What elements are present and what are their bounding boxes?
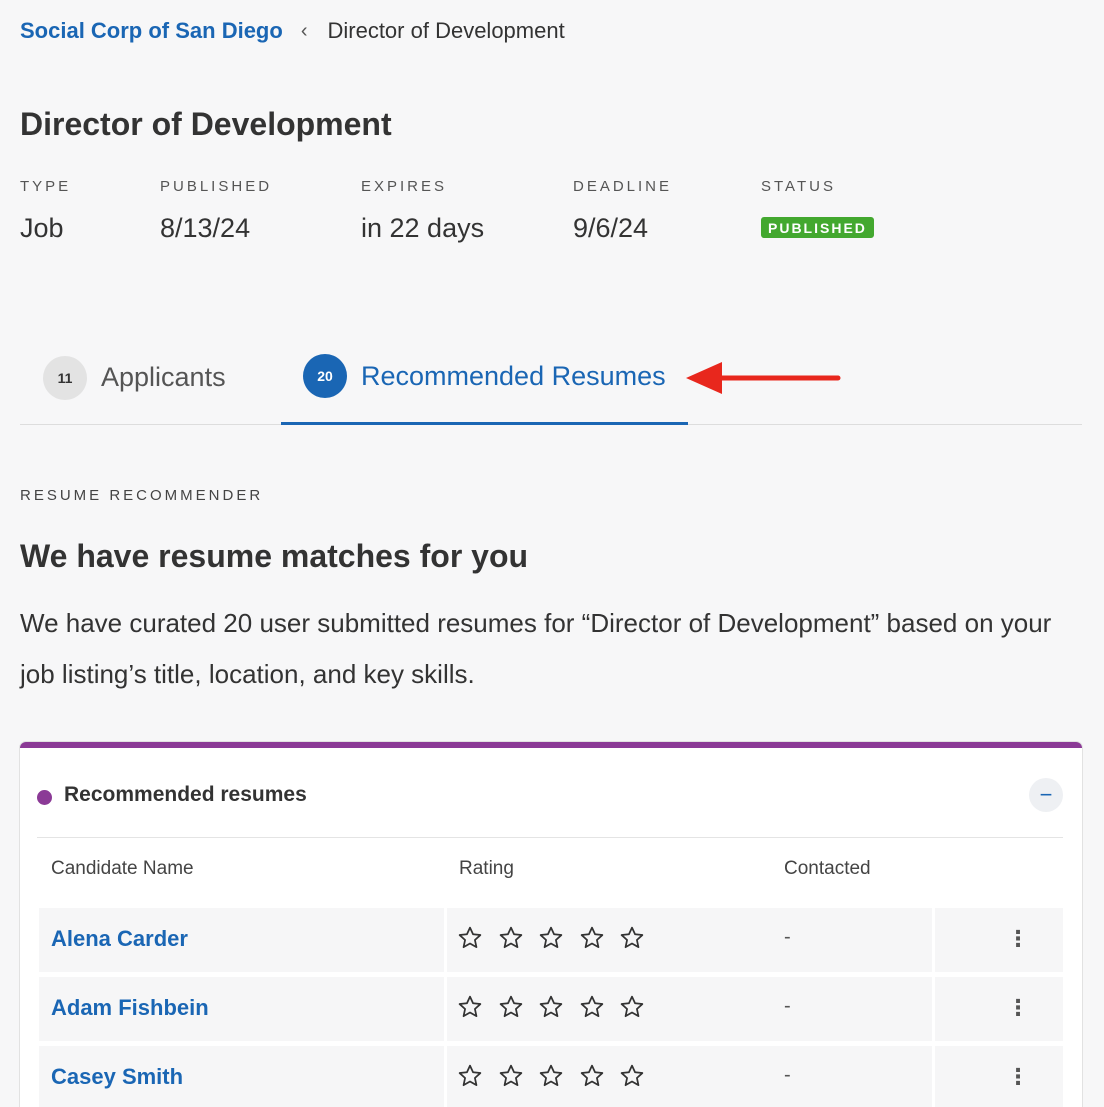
contacted-value: - <box>784 995 791 1017</box>
meta-label: STATUS <box>761 178 836 195</box>
meta-label: PUBLISHED <box>160 178 273 195</box>
more-options-icon[interactable]: ⋮ <box>1007 1064 1029 1090</box>
meta-expires: EXPIRES in 22 days <box>361 178 484 244</box>
star-icon[interactable] <box>539 926 580 950</box>
section-title: We have resume matches for you <box>20 538 529 574</box>
star-icon[interactable] <box>458 1064 499 1088</box>
star-icon[interactable] <box>539 995 580 1019</box>
rating-stars <box>458 995 661 1019</box>
star-icon[interactable] <box>620 995 661 1019</box>
column-header-candidate-name[interactable]: Candidate Name <box>51 858 194 880</box>
meta-status: STATUS PUBLISHED <box>761 178 874 238</box>
rating-stars <box>458 1064 661 1088</box>
column-divider <box>932 977 935 1041</box>
meta-value: in 22 days <box>361 213 485 243</box>
column-header-contacted[interactable]: Contacted <box>784 858 871 880</box>
meta-value: 9/6/24 <box>573 213 649 243</box>
column-divider <box>444 977 447 1041</box>
contacted-value: - <box>784 926 791 948</box>
tabs: 11 Applicants 20 Recommended Resumes <box>20 340 1082 425</box>
column-divider <box>932 1046 935 1107</box>
candidate-name-link[interactable]: Alena Carder <box>51 926 188 952</box>
table-row: Casey Smith - ⋮ <box>39 1046 1063 1107</box>
candidate-name-link[interactable]: Adam Fishbein <box>51 995 209 1021</box>
star-icon[interactable] <box>620 926 661 950</box>
star-icon[interactable] <box>580 926 621 950</box>
meta-label: DEADLINE <box>573 178 673 195</box>
more-options-icon[interactable]: ⋮ <box>1007 995 1029 1021</box>
rating-stars <box>458 926 661 950</box>
breadcrumb-current: Director of Development <box>327 18 565 43</box>
card-title: Recommended resumes <box>64 783 307 806</box>
breadcrumb: Social Corp of San Diego ‹ Director of D… <box>20 18 565 44</box>
meta-value: Job <box>20 213 64 243</box>
star-icon[interactable] <box>580 1064 621 1088</box>
star-icon[interactable] <box>458 926 499 950</box>
recommended-count-badge: 20 <box>303 354 347 398</box>
contacted-value: - <box>784 1064 791 1086</box>
candidate-name-link[interactable]: Casey Smith <box>51 1064 183 1090</box>
column-divider <box>932 908 935 972</box>
red-arrow-icon <box>686 362 841 394</box>
meta-published: PUBLISHED 8/13/24 <box>160 178 272 244</box>
collapse-button[interactable]: − <box>1029 778 1063 812</box>
star-icon[interactable] <box>499 1064 540 1088</box>
column-divider <box>444 908 447 972</box>
meta-value: 8/13/24 <box>160 213 251 243</box>
chevron-left-icon: ‹ <box>300 19 308 42</box>
column-header-rating[interactable]: Rating <box>459 858 514 880</box>
tab-recommended-resumes[interactable]: 20 Recommended Resumes <box>281 340 688 425</box>
section-description: We have curated 20 user submitted resume… <box>20 608 1052 689</box>
star-icon[interactable] <box>539 1064 580 1088</box>
tab-label: Recommended Resumes <box>361 360 666 391</box>
star-icon[interactable] <box>458 995 499 1019</box>
section-eyebrow: RESUME RECOMMENDER <box>20 487 264 504</box>
status-badge: PUBLISHED <box>761 217 874 238</box>
star-icon[interactable] <box>580 995 621 1019</box>
tab-label: Applicants <box>101 362 226 392</box>
card-header: Recommended resumes − <box>37 770 1063 838</box>
star-icon[interactable] <box>620 1064 661 1088</box>
more-options-icon[interactable]: ⋮ <box>1007 926 1029 952</box>
table-row: Alena Carder - ⋮ <box>39 908 1063 972</box>
breadcrumb-org-link[interactable]: Social Corp of San Diego <box>20 18 283 44</box>
table-row: Adam Fishbein - ⋮ <box>39 977 1063 1041</box>
purple-dot-icon <box>37 790 52 805</box>
column-divider <box>444 1046 447 1107</box>
meta-label: EXPIRES <box>361 178 448 195</box>
meta-label: TYPE <box>20 178 72 195</box>
tab-applicants[interactable]: 11 Applicants <box>43 340 226 425</box>
star-icon[interactable] <box>499 926 540 950</box>
recommended-resumes-card: Recommended resumes − Candidate Name Rat… <box>20 742 1082 1107</box>
applicants-count-badge: 11 <box>43 355 87 400</box>
meta-deadline: DEADLINE 9/6/24 <box>573 178 672 244</box>
star-icon[interactable] <box>499 995 540 1019</box>
page-title: Director of Development <box>20 106 392 142</box>
meta-type: TYPE Job <box>20 178 71 244</box>
